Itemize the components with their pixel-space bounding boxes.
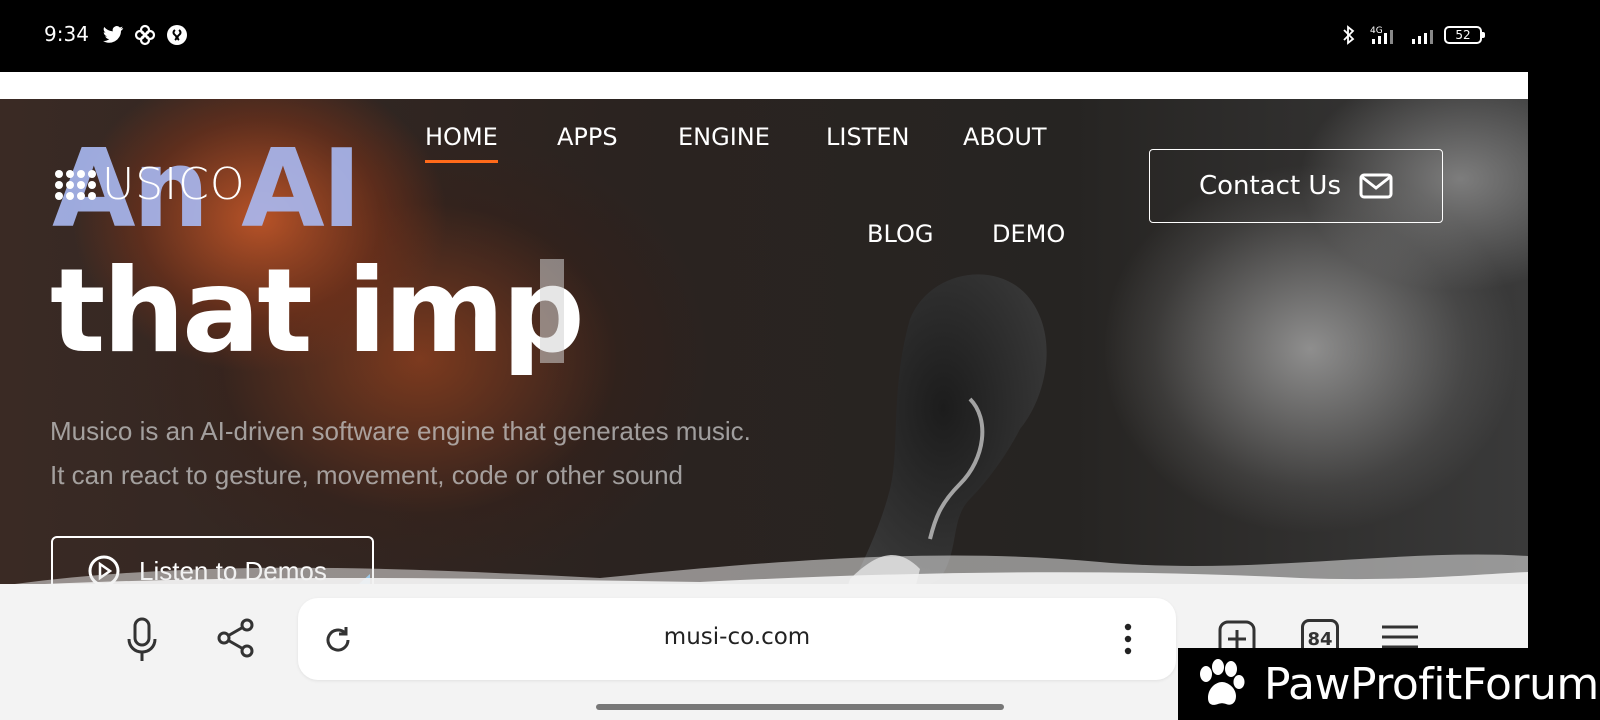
pinwheel-icon — [134, 24, 156, 46]
battery-indicator: 52 — [1444, 26, 1485, 44]
nav-engine[interactable]: ENGINE — [678, 123, 770, 151]
bluetooth-icon — [1343, 25, 1355, 45]
hero-description-line2: It can react to gesture, movement, code … — [50, 460, 684, 490]
home-indicator[interactable] — [596, 704, 1004, 710]
signal-4g-icon: 4G — [1370, 26, 1393, 44]
url-text: musi-co.com — [663, 624, 811, 650]
hero-wave-divider — [15, 554, 1528, 584]
watermark-text: PawProfitForum — [1264, 658, 1599, 710]
share-icon[interactable] — [212, 614, 260, 662]
nav-blog[interactable]: BLOG — [867, 220, 933, 248]
hero-headline-line2: that imp — [50, 244, 585, 379]
hero-section: An AI that imp USICO HOME APPS ENGINE LI… — [0, 99, 1528, 584]
url-bar[interactable]: musi-co.com — [298, 598, 1176, 680]
more-vert-icon[interactable] — [1116, 620, 1140, 658]
hero-description-line1: Musico is an AI-driven software engine t… — [50, 416, 751, 446]
svg-text:4G: 4G — [1370, 26, 1383, 36]
nav-home[interactable]: HOME — [425, 123, 498, 163]
shazam-icon — [167, 25, 187, 45]
status-time: 9:34 — [44, 22, 89, 46]
status-bar: 9:34 4G 52 — [0, 0, 1600, 72]
typing-cursor — [540, 259, 564, 363]
microphone-icon[interactable] — [118, 612, 166, 668]
screen-edge — [1528, 72, 1600, 720]
site-logo[interactable]: USICO — [55, 159, 245, 210]
contact-us-button[interactable]: Contact Us — [1149, 149, 1443, 223]
nav-apps[interactable]: APPS — [557, 123, 618, 151]
hero-person-image — [848, 274, 1047, 584]
web-viewport: An AI that imp USICO HOME APPS ENGINE LI… — [0, 72, 1528, 584]
contact-us-label: Contact Us — [1199, 171, 1341, 201]
watermark: PawProfitForum — [1178, 648, 1600, 720]
logo-text: USICO — [102, 159, 246, 210]
nav-listen[interactable]: LISTEN — [826, 123, 909, 151]
hero-description: Musico is an AI-driven software engine t… — [50, 409, 751, 497]
paw-icon — [1200, 659, 1245, 705]
twitter-icon — [102, 26, 124, 43]
logo-dots-icon — [55, 169, 96, 200]
nav-demo[interactable]: DEMO — [992, 220, 1065, 248]
envelope-icon — [1359, 173, 1393, 199]
nav-about[interactable]: ABOUT — [963, 123, 1047, 151]
signal-icon — [1412, 30, 1433, 44]
